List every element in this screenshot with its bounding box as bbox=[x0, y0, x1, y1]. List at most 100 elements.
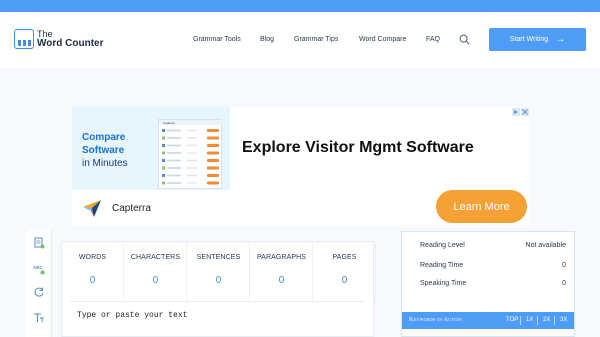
ad-compare-text: Compare Software in Minutes bbox=[82, 131, 128, 170]
shot-row-icon bbox=[162, 159, 165, 162]
advertisement: Compare Software in Minutes Capterra Exp… bbox=[72, 107, 529, 226]
stat-words: WORDS 0 bbox=[62, 242, 124, 302]
ad-headline[interactable]: Explore Visitor Mgmt Software bbox=[242, 139, 474, 157]
document-stats-icon[interactable] bbox=[33, 237, 45, 249]
word-counter-logo-icon[interactable] bbox=[14, 29, 34, 49]
shot-row-meta bbox=[187, 137, 197, 139]
detail-reading-level: Reading Level Not available bbox=[420, 242, 566, 249]
shot-row-text bbox=[167, 137, 181, 139]
shot-row-text bbox=[167, 129, 181, 132]
tab-separator bbox=[554, 316, 555, 325]
stat-value: 0 bbox=[341, 275, 348, 286]
shot-row-button bbox=[207, 136, 219, 140]
shot-row-button bbox=[207, 159, 219, 162]
shot-row-button bbox=[207, 166, 219, 170]
detail-label: Speaking Time bbox=[420, 280, 467, 287]
text-editor-card: WORDS 0 CHARACTERS 0 SENTENCES 0 PARAGRA… bbox=[61, 241, 376, 337]
detail-speaking-time: Speaking Time 0 bbox=[420, 280, 566, 287]
capterra-logo-icon bbox=[83, 200, 101, 217]
stat-label: CHARACTERS bbox=[130, 254, 181, 261]
stat-value: 0 bbox=[152, 275, 159, 286]
product-table-graphic: Capterra bbox=[159, 120, 223, 185]
tool-sidebar: ABC bbox=[26, 229, 52, 337]
keywords-tab-2x[interactable]: 2X bbox=[543, 317, 550, 323]
stat-label: SENTENCES bbox=[196, 254, 241, 261]
ad-compare-line-1: Compare bbox=[82, 132, 126, 143]
keywords-title: Keywords in Action bbox=[409, 317, 462, 323]
stat-label: WORDS bbox=[78, 254, 107, 261]
shot-row-meta bbox=[187, 174, 197, 177]
keywords-tab-top[interactable]: TOP bbox=[506, 317, 518, 323]
shot-row-button bbox=[207, 174, 219, 177]
ad-image-panel: Compare Software in Minutes Capterra bbox=[72, 107, 230, 190]
keywords-tab-1x[interactable]: 1X bbox=[526, 317, 533, 323]
shot-row-meta bbox=[187, 129, 197, 132]
shot-row-text bbox=[167, 174, 181, 177]
stat-label: PAGES bbox=[332, 254, 357, 261]
shot-row-meta bbox=[187, 152, 197, 154]
ad-product-screenshot: Capterra bbox=[158, 119, 223, 189]
shot-row-text bbox=[167, 167, 181, 169]
detail-label: Reading Level bbox=[420, 242, 465, 249]
shot-row-icon bbox=[162, 174, 165, 177]
shot-row-button bbox=[207, 144, 219, 147]
keywords-bar: Keywords in Action TOP 1X 2X 3X bbox=[402, 312, 574, 329]
svg-text:ABC: ABC bbox=[33, 265, 43, 270]
spellcheck-icon[interactable]: ABC bbox=[33, 263, 45, 275]
detail-value: Not available bbox=[525, 242, 566, 249]
nav-blog[interactable]: Blog bbox=[260, 36, 274, 43]
shot-row-icon bbox=[162, 136, 165, 140]
stat-value: 0 bbox=[215, 275, 222, 286]
ad-choices-icon[interactable] bbox=[512, 108, 529, 116]
details-panel: Reading Level Not available Reading Time… bbox=[401, 231, 575, 337]
arrow-right-icon: → bbox=[555, 34, 566, 45]
learn-more-button[interactable]: Learn More bbox=[436, 190, 527, 223]
logo-line-2: Word Counter bbox=[37, 38, 104, 49]
shot-row-meta bbox=[187, 159, 197, 162]
stats-divider bbox=[70, 301, 365, 302]
shot-row-icon bbox=[162, 151, 165, 155]
stat-characters: CHARACTERS 0 bbox=[125, 242, 187, 302]
stat-pages: PAGES 0 bbox=[314, 242, 376, 302]
text-input-area[interactable]: Type or paste your text bbox=[77, 311, 187, 320]
shot-row-meta bbox=[187, 182, 197, 184]
detail-value: 0 bbox=[562, 280, 566, 287]
shot-row-button bbox=[207, 181, 219, 185]
nav-grammar-tools[interactable]: Grammar Tools bbox=[193, 36, 241, 43]
stat-value: 0 bbox=[278, 275, 285, 286]
shot-row-icon bbox=[162, 181, 165, 185]
nav-faq[interactable]: FAQ bbox=[426, 36, 440, 43]
site-logo[interactable]: The Word Counter bbox=[37, 29, 103, 49]
shot-row-icon bbox=[162, 166, 165, 170]
shot-row-text bbox=[167, 144, 181, 147]
nav-grammar-tips[interactable]: Grammar Tips bbox=[294, 36, 338, 43]
ad-compare-line-2: Software bbox=[82, 145, 125, 156]
shot-row-button bbox=[207, 129, 219, 132]
start-writing-label: Start Writing bbox=[509, 36, 549, 43]
refresh-icon[interactable] bbox=[33, 286, 45, 298]
shot-row-text bbox=[167, 152, 181, 154]
stat-paragraphs: PARAGRAPHS 0 bbox=[251, 242, 313, 302]
ad-banner[interactable]: Compare Software in Minutes Capterra Exp… bbox=[72, 107, 529, 190]
shot-row-text bbox=[167, 159, 181, 162]
shot-row-icon bbox=[162, 129, 165, 132]
nav-word-compare[interactable]: Word Compare bbox=[359, 36, 406, 43]
ad-shot-brand: Capterra bbox=[163, 121, 175, 125]
search-icon[interactable] bbox=[459, 34, 470, 45]
shot-row-text bbox=[167, 182, 181, 184]
ad-compare-line-3: in Minutes bbox=[82, 158, 128, 169]
ad-footer: Capterra Learn More bbox=[72, 190, 529, 226]
top-accent-bar bbox=[0, 0, 600, 12]
ad-advertiser-name: Capterra bbox=[112, 203, 151, 214]
keywords-tab-3x[interactable]: 3X bbox=[560, 317, 567, 323]
text-format-icon[interactable] bbox=[33, 312, 45, 324]
shot-row-button bbox=[207, 151, 219, 155]
stat-label: PARAGRAPHS bbox=[256, 254, 307, 261]
detail-reading-time: Reading Time 0 bbox=[420, 262, 566, 269]
shot-row-meta bbox=[187, 167, 197, 169]
shot-row-meta bbox=[187, 144, 197, 147]
detail-label: Reading Time bbox=[420, 262, 464, 269]
start-writing-button[interactable]: Start Writing → bbox=[489, 28, 586, 51]
shot-row-icon bbox=[162, 144, 165, 147]
tab-separator bbox=[520, 316, 521, 325]
